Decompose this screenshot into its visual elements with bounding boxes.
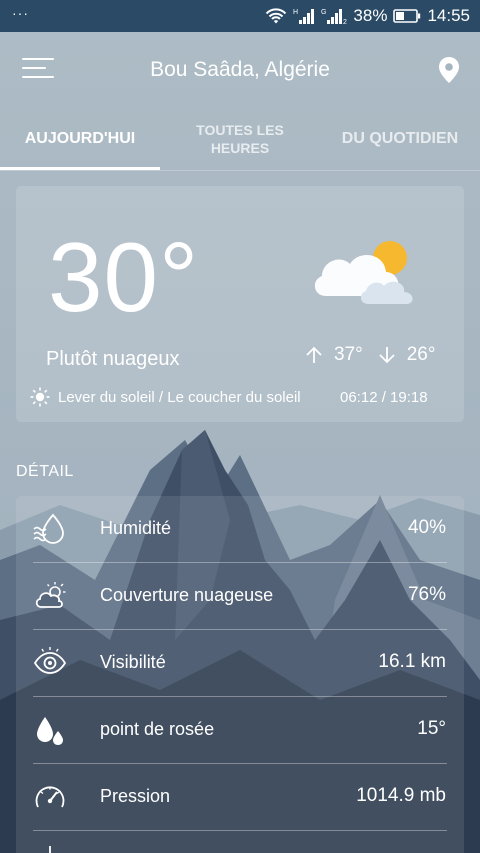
- wifi-icon: [266, 8, 287, 24]
- sun-icon: [30, 387, 50, 407]
- detail-row-humidity: Humidité 40%: [16, 496, 464, 563]
- visibility-eye-icon: [33, 647, 67, 674]
- detail-label: Visibilité: [100, 652, 166, 672]
- partly-cloudy-icon: [314, 241, 413, 304]
- arrow-down-icon: [379, 347, 395, 364]
- tab-hourly-label-line1: TOUTES LES: [196, 122, 284, 138]
- current-temperature: 30°: [48, 222, 200, 332]
- notification-dots: ···: [12, 5, 29, 21]
- hamburger-menu-icon[interactable]: [22, 58, 54, 80]
- network-type-label: H: [293, 9, 298, 16]
- location-title: Bou Saâda, Algérie: [150, 58, 330, 81]
- signal-icon: H: [293, 9, 315, 24]
- next-row-icon: [49, 846, 51, 853]
- sun-times: 06:12 / 19:18: [340, 388, 428, 406]
- clock: 14:55: [427, 6, 470, 25]
- sun-label: Lever du soleil / Le coucher du soleil: [58, 388, 301, 406]
- status-bar: ··· H G 2 38% 14:55: [0, 0, 480, 32]
- tab-today[interactable]: AUJOURD'HUI: [0, 130, 160, 148]
- tab-daily[interactable]: DU QUOTIDIEN: [330, 130, 470, 148]
- detail-label: Pression: [100, 786, 171, 806]
- weather-condition: Plutôt nuageux: [46, 348, 180, 370]
- detail-value: 76%: [407, 584, 446, 605]
- detail-row-cloud-cover: Couverture nuageuse 76%: [16, 563, 464, 630]
- detail-label: Couverture nuageuse: [100, 585, 274, 605]
- humidity-icon: [33, 513, 64, 544]
- high-temperature: 37°: [334, 344, 363, 365]
- cloud-cover-icon: [35, 582, 66, 608]
- detail-value: 1014.9 mb: [356, 785, 446, 806]
- detail-label: Humidité: [100, 518, 172, 538]
- tabs-divider: [0, 170, 480, 171]
- dew-point-icon: [37, 717, 63, 745]
- detail-row-visibility: Visibilité 16.1 km: [16, 630, 464, 697]
- signal-icon: G 2: [321, 9, 347, 25]
- battery-icon: [393, 9, 421, 23]
- high-low-temperatures: 37° 26°: [304, 344, 435, 366]
- detail-heading: DÉTAIL: [16, 463, 74, 480]
- detail-value: 15°: [417, 718, 446, 739]
- network-type-label: G: [321, 9, 326, 16]
- battery-percent: 38%: [353, 6, 388, 25]
- detail-row-dew-point: point de rosée 15°: [16, 697, 464, 764]
- detail-row-pressure: Pression 1014.9 mb: [16, 764, 464, 831]
- detail-value: 40%: [407, 517, 446, 538]
- row-divider: [33, 830, 447, 831]
- map-pin-icon[interactable]: [437, 56, 461, 84]
- detail-value: 16.1 km: [378, 651, 446, 672]
- detail-label: point de rosée: [100, 719, 215, 739]
- pressure-gauge-icon: [35, 786, 65, 808]
- svg-text:2: 2: [343, 19, 347, 25]
- tab-hourly-label-line2: HEURES: [210, 140, 270, 156]
- low-temperature: 26°: [406, 344, 436, 365]
- arrow-up-icon: [306, 346, 322, 363]
- tab-hourly[interactable]: TOUTES LES HEURES: [175, 121, 305, 157]
- sunrise-sunset-row: Lever du soleil / Le coucher du soleil 0…: [30, 386, 450, 408]
